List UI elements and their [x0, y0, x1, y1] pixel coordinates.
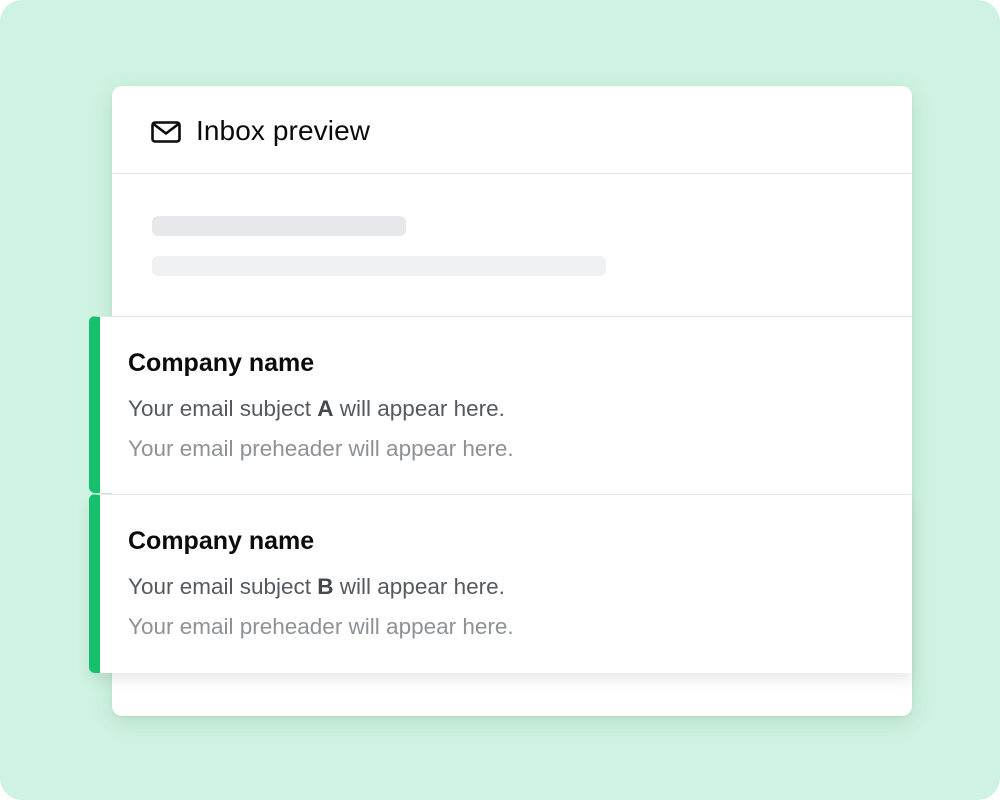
email-preheader: Your email preheader will appear here. — [128, 436, 514, 461]
email-preview-item[interactable]: Company name Your email subject B will a… — [89, 494, 912, 673]
card-header: Inbox preview — [112, 86, 912, 174]
subject-text: Your email subject — [128, 396, 318, 421]
mail-icon — [151, 121, 181, 143]
email-preheader: Your email preheader will appear here. — [128, 614, 514, 639]
subject-variant: A — [317, 396, 334, 421]
email-subject: Your email subject A will appear here. — [128, 394, 505, 424]
skeleton-line-short — [152, 216, 406, 236]
background-panel: Inbox preview Company name Your email su… — [0, 0, 1000, 800]
skeleton-line-long — [152, 256, 606, 276]
company-name: Company name — [128, 527, 315, 555]
company-name: Company name — [128, 349, 315, 377]
subject-text: will appear here. — [333, 574, 505, 599]
header-title: Inbox preview — [196, 115, 371, 146]
email-subject: Your email subject B will appear here. — [128, 572, 505, 602]
subject-text: Your email subject — [128, 574, 318, 599]
email-preview-item[interactable]: Company name Your email subject A will a… — [89, 316, 912, 493]
email-preview-list: Company name Your email subject A will a… — [89, 316, 912, 673]
subject-variant: B — [317, 574, 334, 599]
subject-text: will appear here. — [333, 396, 505, 421]
